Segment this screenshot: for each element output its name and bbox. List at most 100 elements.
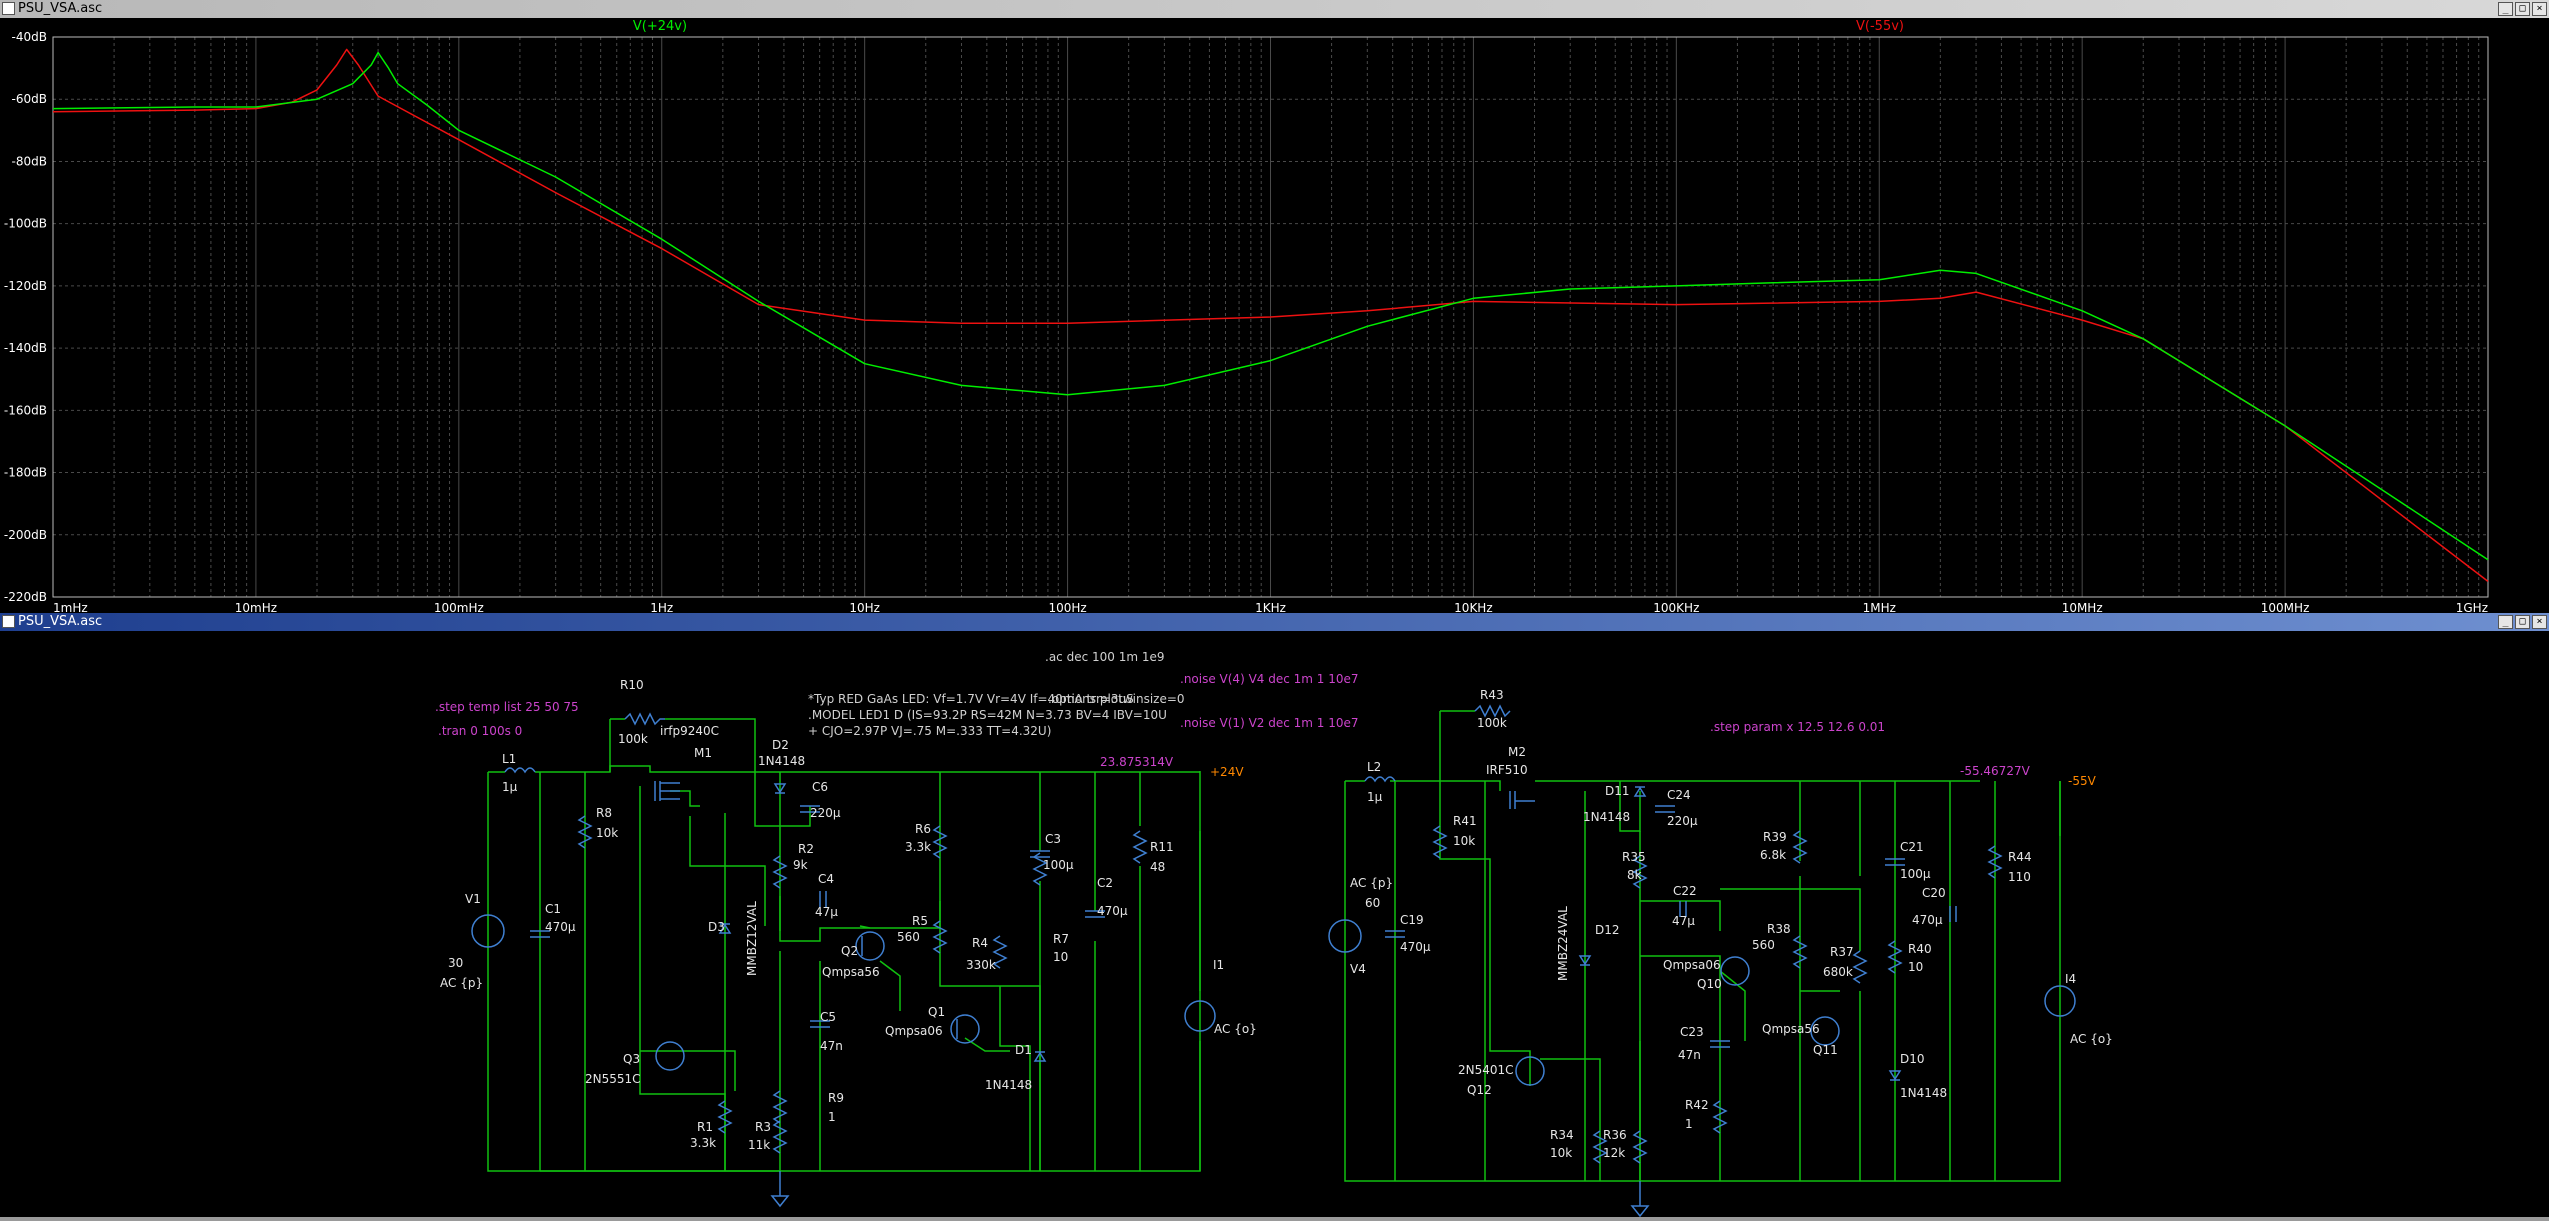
ac-V1[interactable]: AC {p} xyxy=(440,976,483,990)
label-R8[interactable]: R8 xyxy=(596,806,612,820)
value-D10[interactable]: 1N4148 xyxy=(1900,1086,1947,1100)
value-R36[interactable]: 12k xyxy=(1603,1146,1625,1160)
label-C2[interactable]: C2 xyxy=(1097,876,1113,890)
schematic-window[interactable]: PSU_VSA.asc _ □ × .ac dec 100 1m 1e9 .st… xyxy=(0,613,2549,1218)
plot-window[interactable]: PSU_VSA.asc _ □ × -40dB -60dB -80dB -100dB -… xyxy=(0,0,2549,615)
label-D3[interactable]: D3 xyxy=(708,920,725,934)
directive-step-param[interactable]: .step param x 12.5 12.6 0.01 xyxy=(1710,720,1885,734)
value-Q2[interactable]: Qmpsa56 xyxy=(822,965,880,979)
label-C3[interactable]: C3 xyxy=(1045,832,1061,846)
label-R44[interactable]: R44 xyxy=(2008,850,2032,864)
label-D10[interactable]: D10 xyxy=(1900,1052,1925,1066)
schematic-close-button[interactable]: × xyxy=(2532,615,2547,629)
comment-line-3[interactable]: + CJO=2.97P VJ=.75 M=.333 TT=4.32U) xyxy=(808,724,1051,738)
net-label-neg55[interactable]: -55V xyxy=(2068,774,2097,788)
label-V4[interactable]: V4 xyxy=(1350,962,1366,976)
value-C5[interactable]: 47n xyxy=(820,1039,843,1053)
value-C20[interactable]: 470µ xyxy=(1912,913,1943,927)
value-R40[interactable]: 10 xyxy=(1908,960,1923,974)
label-C19[interactable]: C19 xyxy=(1400,913,1424,927)
value-L1[interactable]: 1µ xyxy=(502,780,518,794)
value-Q11[interactable]: Qmpsa56 xyxy=(1762,1022,1820,1036)
plot-pane[interactable]: -40dB -60dB -80dB -100dB -120dB -140dB -160dB -… xyxy=(0,18,2549,615)
value-D3[interactable]: MMBZ12VAL xyxy=(745,901,759,976)
label-C5[interactable]: C5 xyxy=(820,1010,836,1024)
value-C6[interactable]: 220µ xyxy=(810,806,841,820)
label-Q1[interactable]: Q1 xyxy=(928,1005,945,1019)
value-C22[interactable]: 47µ xyxy=(1672,914,1695,928)
schematic-pane[interactable]: .ac dec 100 1m 1e9 .step temp list 25 50… xyxy=(0,631,2549,1218)
value-R10[interactable]: 100k xyxy=(618,732,648,746)
ac-I1[interactable]: AC {o} xyxy=(1214,1022,1257,1036)
value-M1[interactable]: irfp9240C xyxy=(660,724,719,738)
label-Q12[interactable]: Q12 xyxy=(1467,1083,1492,1097)
label-R34[interactable]: R34 xyxy=(1550,1128,1574,1142)
node-pos-voltage[interactable]: 23.875314V xyxy=(1100,755,1174,769)
value-C2[interactable]: 470µ xyxy=(1097,904,1128,918)
directive-tran[interactable]: .tran 0 100s 0 xyxy=(438,724,522,738)
directive-step-temp[interactable]: .step temp list 25 50 75 xyxy=(435,700,579,714)
label-Q3[interactable]: Q3 xyxy=(623,1052,640,1066)
label-C24[interactable]: C24 xyxy=(1667,788,1691,802)
value-R42[interactable]: 1 xyxy=(1685,1117,1693,1131)
value-R7[interactable]: 10 xyxy=(1053,950,1068,964)
label-I1[interactable]: I1 xyxy=(1213,958,1224,972)
label-Q11[interactable]: Q11 xyxy=(1813,1043,1838,1057)
label-Q10[interactable]: Q10 xyxy=(1697,977,1722,991)
label-R40[interactable]: R40 xyxy=(1908,942,1932,956)
label-R6[interactable]: R6 xyxy=(915,822,931,836)
label-L2[interactable]: L2 xyxy=(1367,760,1381,774)
plot-maximize-button[interactable]: □ xyxy=(2515,2,2530,16)
value-C21[interactable]: 100µ xyxy=(1900,867,1931,881)
value-V1[interactable]: 30 xyxy=(448,956,463,970)
schematic-canvas[interactable]: .ac dec 100 1m 1e9 .step temp list 25 50… xyxy=(0,631,2549,1218)
value-Q1[interactable]: Qmpsa06 xyxy=(885,1024,943,1038)
legend-series-pos[interactable]: V(+24v) xyxy=(633,19,687,34)
value-R11[interactable]: 48 xyxy=(1150,860,1165,874)
value-C19[interactable]: 470µ xyxy=(1400,940,1431,954)
ac-I4[interactable]: AC {o} xyxy=(2070,1032,2113,1046)
label-M1[interactable]: M1 xyxy=(694,746,712,760)
legend-series-neg[interactable]: V(-55v) xyxy=(1856,19,1904,34)
value-D1[interactable]: 1N4148 xyxy=(985,1078,1032,1092)
label-R35[interactable]: R35 xyxy=(1622,850,1646,864)
value-R4[interactable]: 330k xyxy=(966,958,996,972)
value-R37[interactable]: 680k xyxy=(1823,965,1853,979)
directive-ac[interactable]: .ac dec 100 1m 1e9 xyxy=(1045,650,1165,664)
value-D11[interactable]: 1N4148 xyxy=(1583,810,1630,824)
label-C1[interactable]: C1 xyxy=(545,902,561,916)
value-C4[interactable]: 47µ xyxy=(815,905,838,919)
value-R6[interactable]: 3.3k xyxy=(905,840,931,854)
label-C23[interactable]: C23 xyxy=(1680,1025,1704,1039)
label-I4[interactable]: I4 xyxy=(2065,972,2076,986)
value-L2[interactable]: 1µ xyxy=(1367,790,1383,804)
label-R42[interactable]: R42 xyxy=(1685,1098,1709,1112)
value-R8[interactable]: 10k xyxy=(596,826,618,840)
label-V1[interactable]: V1 xyxy=(465,892,481,906)
label-R1[interactable]: R1 xyxy=(697,1120,713,1134)
value-Q10[interactable]: Qmpsa06 xyxy=(1663,958,1721,972)
label-M2[interactable]: M2 xyxy=(1508,745,1526,759)
value-D2[interactable]: 1N4148 xyxy=(758,754,805,768)
plot-close-button[interactable]: × xyxy=(2532,2,2547,16)
label-R9[interactable]: R9 xyxy=(828,1091,844,1105)
label-C22[interactable]: C22 xyxy=(1673,884,1697,898)
label-R10[interactable]: R10 xyxy=(620,678,644,692)
label-R4[interactable]: R4 xyxy=(972,936,988,950)
value-R41[interactable]: 10k xyxy=(1453,834,1475,848)
label-C4[interactable]: C4 xyxy=(818,872,834,886)
value-R2[interactable]: 9k xyxy=(793,858,808,872)
schematic-window-titlebar[interactable]: PSU_VSA.asc _ □ × xyxy=(0,613,2549,631)
label-R38[interactable]: R38 xyxy=(1767,922,1791,936)
label-R7[interactable]: R7 xyxy=(1053,932,1069,946)
value-R34[interactable]: 10k xyxy=(1550,1146,1572,1160)
value-R3[interactable]: 11k xyxy=(748,1138,770,1152)
label-R36[interactable]: R36 xyxy=(1603,1128,1627,1142)
label-R5[interactable]: R5 xyxy=(912,914,928,928)
value-Q12[interactable]: 2N5401C xyxy=(1458,1063,1514,1077)
label-R43[interactable]: R43 xyxy=(1480,688,1504,702)
value-C24[interactable]: 220µ xyxy=(1667,814,1698,828)
value-R43[interactable]: 100k xyxy=(1477,716,1507,730)
value-R35[interactable]: 8k xyxy=(1627,868,1642,882)
plot-minimize-button[interactable]: _ xyxy=(2498,2,2513,16)
